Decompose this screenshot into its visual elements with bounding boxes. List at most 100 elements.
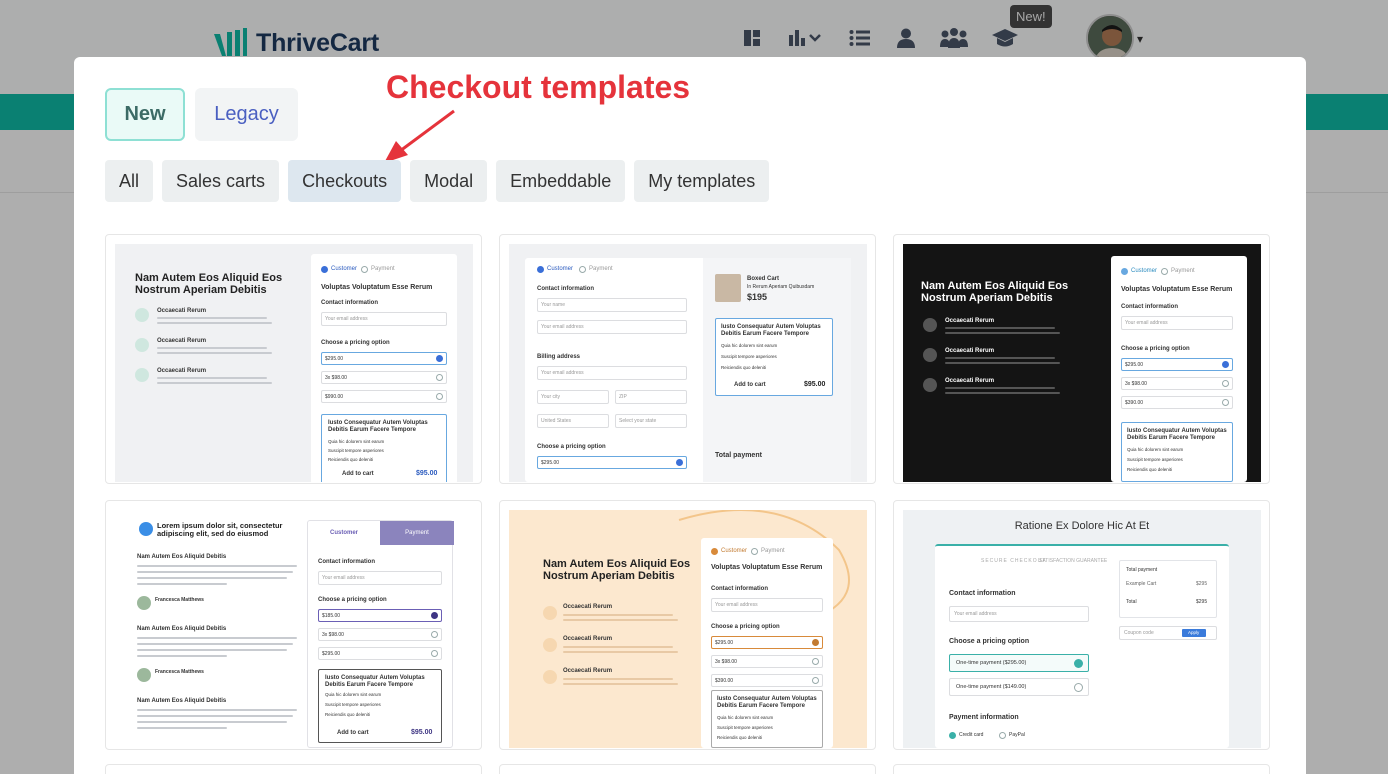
testimonial-title: Nam Autem Eos Aliquid Debitis — [137, 626, 227, 632]
text-line — [157, 347, 267, 349]
thumb-heading: Ratione Ex Dolore Hic At Et — [1014, 520, 1150, 532]
bump-item: Quia hic dolorem sint earum — [328, 439, 385, 444]
section-label: Contact information — [321, 300, 378, 306]
secure-badge: SECURE CHECKOUT — [981, 558, 1047, 564]
testimonial-title: Nam Autem Eos Aliquid Debitis — [137, 554, 227, 560]
template-card[interactable]: Nam Autem Eos Aliquid Eos Nostrum Aperia… — [893, 234, 1270, 484]
bump-price: $95.00 — [804, 381, 826, 388]
template-card[interactable]: Ratione Ex Dolore Hic At Et SECURE CHECK… — [893, 500, 1270, 750]
checkout-panel: Customer Payment Contact information You… — [525, 258, 851, 482]
bump-title: Iusto Consequatur Autem Voluptas Debitis… — [328, 420, 428, 433]
text-line — [137, 655, 227, 657]
step-label: Customer — [721, 548, 748, 554]
bump-item: Quia hic dolorem sint earum — [325, 692, 382, 697]
annotation-arrow-icon — [384, 109, 455, 163]
step-label: Payment — [1171, 268, 1195, 274]
bump-item: Reiciendis quo deleniti — [717, 735, 763, 740]
text-line — [945, 332, 1060, 334]
template-card[interactable]: Customer Payment Contact information You… — [499, 234, 876, 484]
bump-title: Iusto Consequatur Autem Voluptas Debitis… — [1127, 428, 1227, 441]
summary-title: Total payment — [1126, 567, 1158, 573]
filter-sales-carts[interactable]: Sales carts — [162, 160, 280, 202]
text-line — [157, 322, 272, 324]
feature-title: Occaecati Rerum — [945, 318, 995, 324]
email-input: Your email address — [949, 606, 1089, 622]
author-avatar-icon — [137, 668, 151, 682]
text-line — [137, 643, 293, 645]
placeholder: Coupon code — [1124, 630, 1154, 636]
option-price: $295.00 — [1125, 362, 1144, 368]
author-avatar-icon — [137, 596, 151, 610]
template-card[interactable] — [105, 764, 482, 774]
text-line — [563, 651, 678, 653]
text-line — [945, 387, 1055, 389]
order-bump: Iusto Consequatur Autem Voluptas Debitis… — [321, 414, 447, 482]
order-summary: Boxed Cart In Rerum Aperiam Quibusdam $1… — [703, 258, 851, 482]
option-price: 3x $98.00 — [715, 659, 737, 665]
toggle-new[interactable]: New — [105, 88, 185, 141]
bump-title: Iusto Consequatur Autem Voluptas Debitis… — [717, 696, 817, 709]
cart-price: $295 — [1196, 581, 1208, 587]
option-label: One-time payment ($149.00) — [956, 684, 1027, 690]
filter-my-templates[interactable]: My templates — [634, 160, 770, 202]
template-card[interactable]: Nam Autem Eos Aliquid Eos Nostrum Aperia… — [499, 500, 876, 750]
email-input: Your email address — [321, 312, 447, 326]
feature-icon — [135, 308, 149, 322]
total-label: Total payment — [715, 452, 762, 459]
filter-embeddable[interactable]: Embeddable — [496, 160, 626, 202]
template-card[interactable] — [499, 764, 876, 774]
text-line — [137, 637, 297, 639]
tab-payment: Payment — [380, 521, 454, 545]
option-label: One-time payment ($295.00) — [956, 660, 1027, 666]
checkout-panel: Customer Payment Contact information You… — [307, 520, 454, 748]
feature-title: Occaecati Rerum — [945, 348, 995, 354]
radio-selected-icon — [949, 732, 956, 739]
text-line — [563, 614, 673, 616]
annotation-label: Checkout templates — [386, 69, 691, 105]
option-price: $390.00 — [715, 678, 734, 684]
zip-input: ZIP — [615, 390, 687, 404]
order-bump: Iusto Consequatur Autem Voluptas Debitis… — [1121, 422, 1233, 482]
step-dot-icon — [751, 548, 758, 555]
placeholder: United States — [541, 418, 572, 424]
pricing-option: $295.00 — [318, 647, 442, 660]
filter-checkouts[interactable]: Checkouts — [288, 160, 402, 202]
email-input: Your email address — [318, 571, 442, 585]
pricing-option: $990.00 — [321, 390, 447, 403]
step-label: Payment — [761, 548, 785, 554]
placeholder: Your email address — [325, 316, 368, 322]
template-picker-modal: New Legacy Checkout templates All Sales … — [74, 57, 1306, 774]
template-card[interactable] — [893, 764, 1270, 774]
section-label: Choose a pricing option — [537, 444, 606, 450]
bump-item: Reiciendis quo deleniti — [721, 365, 767, 370]
filter-modal[interactable]: Modal — [410, 160, 488, 202]
toggle-legacy[interactable]: Legacy — [195, 88, 298, 141]
option-price: $295.00 — [715, 640, 734, 646]
template-card[interactable]: Lorem ipsum dolor sit, consectetur adipi… — [105, 500, 482, 750]
placeholder: Your email address — [1125, 320, 1168, 326]
pricing-option: $390.00 — [1121, 396, 1233, 409]
template-thumbnail: Nam Autem Eos Aliquid Eos Nostrum Aperia… — [509, 510, 867, 748]
pricing-option: $295.00 — [1121, 358, 1233, 371]
template-thumbnail: Ratione Ex Dolore Hic At Et SECURE CHECK… — [903, 510, 1261, 748]
section-label: Contact information — [537, 286, 594, 292]
feature-icon — [923, 378, 937, 392]
author-name: Francesca Matthews — [155, 597, 204, 603]
section-label: Choose a pricing option — [318, 597, 387, 603]
placeholder: Select your state — [619, 418, 657, 424]
thumb-heading: Nam Autem Eos Aliquid Eos Nostrum Aperia… — [543, 558, 691, 582]
option-price: 3x $98.00 — [1125, 381, 1147, 387]
template-card[interactable]: Nam Autem Eos Aliquid Eos Nostrum Aperia… — [105, 234, 482, 484]
feature-title: Occaecati Rerum — [157, 308, 207, 314]
feature-icon — [543, 638, 557, 652]
section-label: Choose a pricing option — [711, 624, 780, 630]
step-label: Customer — [547, 266, 574, 272]
thumb-heading: Nam Autem Eos Aliquid Eos Nostrum Aperia… — [135, 272, 283, 296]
feature-icon — [135, 368, 149, 382]
step-label: Customer — [1131, 268, 1158, 274]
checkout-panel: Customer Payment Voluptas Voluptatum Ess… — [311, 254, 457, 482]
pricing-option: $185.00 — [318, 609, 442, 622]
bump-item: Suscipit tempore asperiores — [717, 725, 773, 730]
filter-all[interactable]: All — [105, 160, 154, 202]
template-thumbnail: Lorem ipsum dolor sit, consectetur adipi… — [115, 510, 473, 748]
